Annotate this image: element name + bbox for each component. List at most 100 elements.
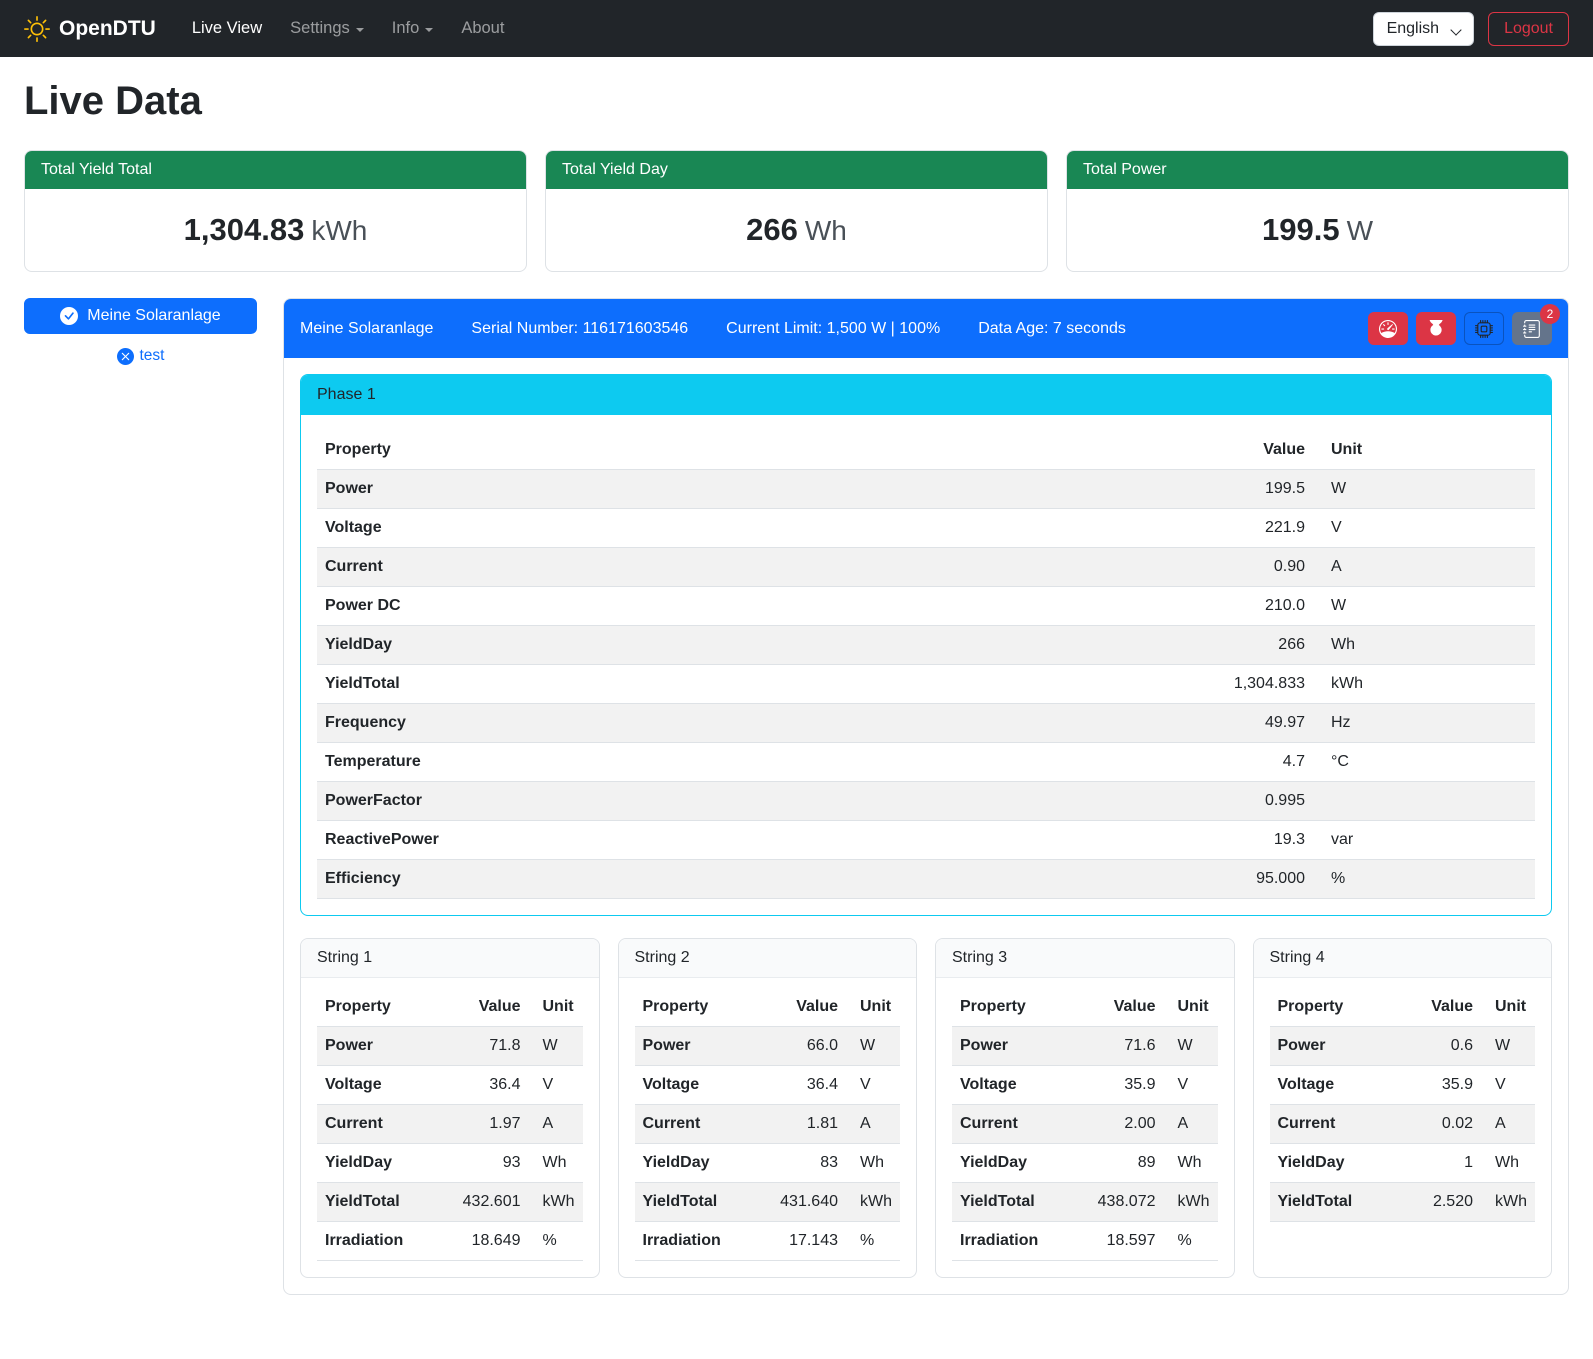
column-value: Value — [913, 431, 1313, 470]
table-row: Power66.0W — [635, 1027, 901, 1066]
column-unit: Unit — [846, 988, 900, 1027]
column-property: Property — [1270, 988, 1399, 1027]
unit-cell: Hz — [1313, 704, 1535, 743]
language-selected-value: English — [1387, 20, 1439, 37]
table-row: YieldDay1Wh — [1270, 1144, 1536, 1183]
property-cell: Current — [317, 548, 913, 587]
table-row: Voltage36.4V — [317, 1066, 583, 1105]
event-log-button[interactable]: 2 — [1512, 312, 1552, 345]
table-row: Current0.90A — [317, 548, 1535, 587]
unit-cell: W — [846, 1027, 900, 1066]
value-cell: 83 — [753, 1144, 846, 1183]
property-cell: YieldTotal — [317, 1183, 436, 1222]
property-cell: YieldDay — [635, 1144, 754, 1183]
limit-settings-button[interactable] — [1368, 312, 1408, 345]
column-value: Value — [1071, 988, 1164, 1027]
unit-cell: % — [1164, 1222, 1218, 1261]
unit-cell: A — [1313, 548, 1535, 587]
value-cell: 438.072 — [1071, 1183, 1164, 1222]
value-cell: 89 — [1071, 1144, 1164, 1183]
chevron-down-icon — [356, 28, 364, 32]
unit-cell: W — [1164, 1027, 1218, 1066]
unit-cell: var — [1313, 821, 1535, 860]
inverter-panel-header: Meine Solaranlage Serial Number: 1161716… — [284, 299, 1568, 358]
table-header-row: Property Value Unit — [1270, 988, 1536, 1027]
inverter-name: Meine Solaranlage — [300, 320, 433, 338]
property-cell: PowerFactor — [317, 782, 913, 821]
column-property: Property — [952, 988, 1071, 1027]
power-control-button[interactable] — [1416, 312, 1456, 345]
main-row: Meine Solaranlage test Meine Solaranlage… — [24, 298, 1569, 1295]
strings-row: String 1 Property Value Unit — [300, 938, 1552, 1278]
check-circle-icon — [60, 307, 78, 325]
value-cell: 1,304.833 — [913, 665, 1313, 704]
table-row: Current1.81A — [635, 1105, 901, 1144]
property-cell: YieldTotal — [952, 1183, 1071, 1222]
column-unit: Unit — [1481, 988, 1535, 1027]
device-info-button[interactable] — [1464, 312, 1504, 345]
inverter-item-test[interactable]: test — [24, 347, 257, 365]
property-cell: Temperature — [317, 743, 913, 782]
property-cell: YieldTotal — [317, 665, 913, 704]
total-yield-day-title: Total Yield Day — [546, 151, 1047, 189]
value-cell: 49.97 — [913, 704, 1313, 743]
unit-cell: V — [529, 1066, 583, 1105]
inverter-panel-body: Phase 1 Property Value Unit Power199.5WV… — [284, 358, 1568, 1294]
phase-card-body: Property Value Unit Power199.5WVoltage22… — [301, 415, 1551, 915]
logout-button[interactable]: Logout — [1488, 12, 1569, 46]
string-card-title: String 2 — [619, 939, 917, 978]
total-power-card: Total Power 199.5W — [1066, 150, 1569, 272]
unit-cell: % — [1313, 860, 1535, 899]
property-cell: Efficiency — [317, 860, 913, 899]
language-select[interactable]: English — [1373, 12, 1474, 46]
table-row: Voltage35.9V — [952, 1066, 1218, 1105]
value-cell: 432.601 — [436, 1183, 529, 1222]
speedometer-icon — [1379, 320, 1397, 338]
inverter-select-button[interactable]: Meine Solaranlage — [24, 298, 257, 334]
value-cell: 35.9 — [1071, 1066, 1164, 1105]
table-row: PowerFactor0.995 — [317, 782, 1535, 821]
unit-cell: Wh — [529, 1144, 583, 1183]
sun-icon — [24, 16, 50, 42]
table-row: YieldTotal438.072kWh — [952, 1183, 1218, 1222]
unit-cell: % — [846, 1222, 900, 1261]
table-row: Temperature4.7°C — [317, 743, 1535, 782]
table-row: Current1.97A — [317, 1105, 583, 1144]
property-cell: Voltage — [317, 509, 913, 548]
string-card-title: String 3 — [936, 939, 1234, 978]
value-cell: 71.8 — [436, 1027, 529, 1066]
property-cell: YieldDay — [952, 1144, 1071, 1183]
value-cell: 0.6 — [1399, 1027, 1481, 1066]
table-row: Voltage36.4V — [635, 1066, 901, 1105]
inverter-panel: Meine Solaranlage Serial Number: 1161716… — [283, 298, 1569, 1295]
value-cell: 2.520 — [1399, 1183, 1481, 1222]
value-cell: 1 — [1399, 1144, 1481, 1183]
table-row: Irradiation18.649% — [317, 1222, 583, 1261]
unit-cell: V — [846, 1066, 900, 1105]
property-cell: Power — [952, 1027, 1071, 1066]
brand[interactable]: OpenDTU — [24, 16, 156, 42]
string-table: Property Value Unit Power71.8WVoltage36.… — [317, 988, 583, 1261]
nav-about[interactable]: About — [447, 11, 518, 46]
top-navbar: OpenDTU Live View Settings Info About En… — [0, 0, 1593, 57]
unit-cell: W — [1481, 1027, 1535, 1066]
nav-info[interactable]: Info — [378, 11, 448, 46]
string-card-body: Property Value Unit Power0.6WVoltage35.9… — [1254, 978, 1552, 1238]
property-cell: Power — [1270, 1027, 1399, 1066]
summary-cards-row: Total Yield Total 1,304.83kWh Total Yiel… — [24, 150, 1569, 272]
value-cell: 36.4 — [436, 1066, 529, 1105]
value-cell: 1.97 — [436, 1105, 529, 1144]
string-card-body: Property Value Unit Power71.8WVoltage36.… — [301, 978, 599, 1277]
column-unit: Unit — [529, 988, 583, 1027]
unit-cell: % — [529, 1222, 583, 1261]
nav-settings[interactable]: Settings — [276, 11, 378, 46]
x-circle-icon — [117, 348, 134, 365]
value-cell: 93 — [436, 1144, 529, 1183]
value-cell: 2.00 — [1071, 1105, 1164, 1144]
column-property: Property — [317, 431, 913, 470]
unit-cell — [1313, 782, 1535, 821]
total-yield-day-body: 266Wh — [546, 189, 1047, 271]
nav-live-view[interactable]: Live View — [178, 11, 276, 46]
inverter-item-test-label: test — [140, 347, 165, 365]
property-cell: YieldDay — [317, 626, 913, 665]
